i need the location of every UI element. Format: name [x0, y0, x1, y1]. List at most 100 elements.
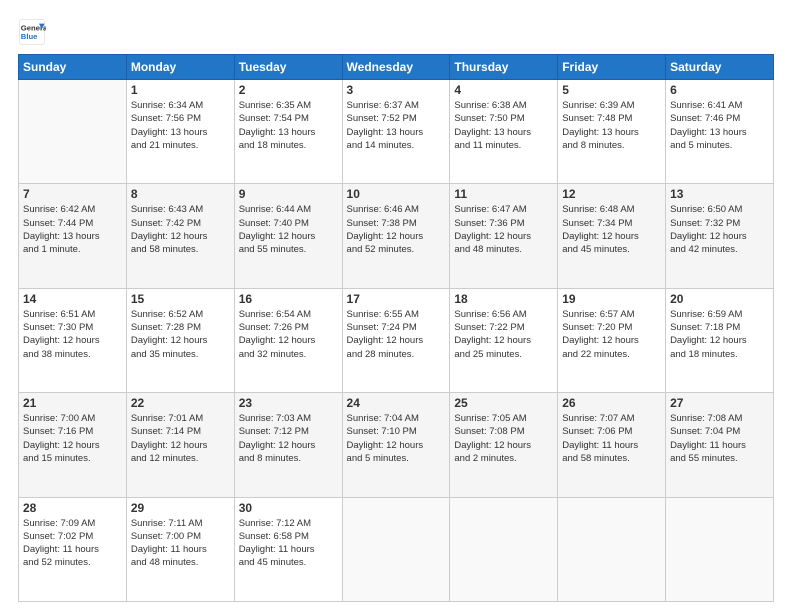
calendar-cell [558, 497, 666, 601]
cell-daylight-info: Sunrise: 7:08 AMSunset: 7:04 PMDaylight:… [670, 412, 769, 465]
calendar-cell: 20Sunrise: 6:59 AMSunset: 7:18 PMDayligh… [666, 288, 774, 392]
cell-daylight-info: Sunrise: 6:42 AMSunset: 7:44 PMDaylight:… [23, 203, 122, 256]
day-number: 23 [239, 396, 338, 410]
weekday-header-wednesday: Wednesday [342, 55, 450, 80]
cell-daylight-info: Sunrise: 6:38 AMSunset: 7:50 PMDaylight:… [454, 99, 553, 152]
cell-daylight-info: Sunrise: 6:37 AMSunset: 7:52 PMDaylight:… [347, 99, 446, 152]
calendar-cell: 17 Sunrise: 6:55 AMSunset: 7:24 PMDayligh… [342, 288, 450, 392]
calendar-cell: 6 Sunrise: 6:41 AMSunset: 7:46 PMDaylight… [666, 80, 774, 184]
calendar-cell: 2Sunrise: 6:35 AMSunset: 7:54 PMDaylight… [234, 80, 342, 184]
calendar-cell: 7 Sunrise: 6:42 AMSunset: 7:44 PMDaylight… [19, 184, 127, 288]
calendar-cell: 5 Sunrise: 6:39 AMSunset: 7:48 PMDaylight… [558, 80, 666, 184]
day-number: 7 [23, 187, 122, 201]
day-number: 3 [347, 83, 446, 97]
day-number: 5 [562, 83, 661, 97]
calendar-cell: 15 Sunrise: 6:52 AMSunset: 7:28 PMDayligh… [126, 288, 234, 392]
calendar-cell [19, 80, 127, 184]
day-number: 15 [131, 292, 230, 306]
calendar-cell: 19 Sunrise: 6:57 AMSunset: 7:20 PMDayligh… [558, 288, 666, 392]
svg-text:Blue: Blue [21, 32, 38, 41]
day-number: 21 [23, 396, 122, 410]
calendar-cell: 11Sunrise: 6:47 AMSunset: 7:36 PMDayligh… [450, 184, 558, 288]
calendar-cell: 30Sunrise: 7:12 AMSunset: 6:58 PMDayligh… [234, 497, 342, 601]
day-number: 26 [562, 396, 661, 410]
calendar-cell [666, 497, 774, 601]
cell-daylight-info: Sunrise: 7:03 AMSunset: 7:12 PMDaylight:… [239, 412, 338, 465]
cell-daylight-info: Sunrise: 7:04 AMSunset: 7:10 PMDaylight:… [347, 412, 446, 465]
cell-daylight-info: Sunrise: 7:01 AMSunset: 7:14 PMDaylight:… [131, 412, 230, 465]
cell-daylight-info: Sunrise: 6:55 AMSunset: 7:24 PMDaylight:… [347, 308, 446, 361]
day-number: 10 [347, 187, 446, 201]
calendar-cell: 13 Sunrise: 6:50 AMSunset: 7:32 PMDayligh… [666, 184, 774, 288]
calendar-cell: 9 Sunrise: 6:44 AMSunset: 7:40 PMDaylight… [234, 184, 342, 288]
calendar-week-row: 21 Sunrise: 7:00 AMSunset: 7:16 PMDayligh… [19, 393, 774, 497]
calendar-cell: 4 Sunrise: 6:38 AMSunset: 7:50 PMDaylight… [450, 80, 558, 184]
cell-daylight-info: Sunrise: 6:44 AMSunset: 7:40 PMDaylight:… [239, 203, 338, 256]
day-number: 17 [347, 292, 446, 306]
weekday-header-monday: Monday [126, 55, 234, 80]
calendar-week-row: 7 Sunrise: 6:42 AMSunset: 7:44 PMDaylight… [19, 184, 774, 288]
cell-daylight-info: Sunrise: 6:50 AMSunset: 7:32 PMDaylight:… [670, 203, 769, 256]
cell-daylight-info: Sunrise: 7:11 AMSunset: 7:00 PMDaylight:… [131, 517, 230, 570]
cell-daylight-info: Sunrise: 6:52 AMSunset: 7:28 PMDaylight:… [131, 308, 230, 361]
calendar-cell: 10 Sunrise: 6:46 AMSunset: 7:38 PMDayligh… [342, 184, 450, 288]
day-number: 2 [239, 83, 338, 97]
day-number: 19 [562, 292, 661, 306]
day-number: 24 [347, 396, 446, 410]
cell-daylight-info: Sunrise: 7:00 AMSunset: 7:16 PMDaylight:… [23, 412, 122, 465]
calendar-week-row: 1Sunrise: 6:34 AMSunset: 7:56 PMDaylight… [19, 80, 774, 184]
calendar-cell: 8 Sunrise: 6:43 AMSunset: 7:42 PMDaylight… [126, 184, 234, 288]
day-number: 14 [23, 292, 122, 306]
logo-icon: General Blue [18, 18, 46, 46]
weekday-header-thursday: Thursday [450, 55, 558, 80]
calendar-cell: 26 Sunrise: 7:07 AMSunset: 7:06 PMDayligh… [558, 393, 666, 497]
day-number: 8 [131, 187, 230, 201]
cell-daylight-info: Sunrise: 6:56 AMSunset: 7:22 PMDaylight:… [454, 308, 553, 361]
day-number: 6 [670, 83, 769, 97]
cell-daylight-info: Sunrise: 7:12 AMSunset: 6:58 PMDaylight:… [239, 517, 338, 570]
day-number: 12 [562, 187, 661, 201]
cell-daylight-info: Sunrise: 6:54 AMSunset: 7:26 PMDaylight:… [239, 308, 338, 361]
weekday-header-row: SundayMondayTuesdayWednesdayThursdayFrid… [19, 55, 774, 80]
calendar-cell: 25 Sunrise: 7:05 AMSunset: 7:08 PMDayligh… [450, 393, 558, 497]
calendar-week-row: 14Sunrise: 6:51 AMSunset: 7:30 PMDayligh… [19, 288, 774, 392]
day-number: 16 [239, 292, 338, 306]
calendar-cell [342, 497, 450, 601]
cell-daylight-info: Sunrise: 6:46 AMSunset: 7:38 PMDaylight:… [347, 203, 446, 256]
calendar-week-row: 28 Sunrise: 7:09 AMSunset: 7:02 PMDayligh… [19, 497, 774, 601]
day-number: 25 [454, 396, 553, 410]
cell-daylight-info: Sunrise: 7:07 AMSunset: 7:06 PMDaylight:… [562, 412, 661, 465]
calendar-cell: 12 Sunrise: 6:48 AMSunset: 7:34 PMDayligh… [558, 184, 666, 288]
calendar-cell: 14Sunrise: 6:51 AMSunset: 7:30 PMDayligh… [19, 288, 127, 392]
cell-daylight-info: Sunrise: 6:41 AMSunset: 7:46 PMDaylight:… [670, 99, 769, 152]
day-number: 13 [670, 187, 769, 201]
day-number: 27 [670, 396, 769, 410]
cell-daylight-info: Sunrise: 7:05 AMSunset: 7:08 PMDaylight:… [454, 412, 553, 465]
calendar-cell: 24 Sunrise: 7:04 AMSunset: 7:10 PMDayligh… [342, 393, 450, 497]
page: General Blue SundayMondayTuesdayWednesda… [0, 0, 792, 612]
day-number: 29 [131, 501, 230, 515]
weekday-header-friday: Friday [558, 55, 666, 80]
cell-daylight-info: Sunrise: 7:09 AMSunset: 7:02 PMDaylight:… [23, 517, 122, 570]
weekday-header-sunday: Sunday [19, 55, 127, 80]
cell-daylight-info: Sunrise: 6:39 AMSunset: 7:48 PMDaylight:… [562, 99, 661, 152]
cell-daylight-info: Sunrise: 6:59 AMSunset: 7:18 PMDaylight:… [670, 308, 769, 361]
day-number: 9 [239, 187, 338, 201]
calendar-cell: 3 Sunrise: 6:37 AMSunset: 7:52 PMDaylight… [342, 80, 450, 184]
cell-daylight-info: Sunrise: 6:47 AMSunset: 7:36 PMDaylight:… [454, 203, 553, 256]
header: General Blue [18, 18, 774, 46]
weekday-header-saturday: Saturday [666, 55, 774, 80]
cell-daylight-info: Sunrise: 6:57 AMSunset: 7:20 PMDaylight:… [562, 308, 661, 361]
calendar-cell: 21 Sunrise: 7:00 AMSunset: 7:16 PMDayligh… [19, 393, 127, 497]
day-number: 4 [454, 83, 553, 97]
cell-daylight-info: Sunrise: 6:43 AMSunset: 7:42 PMDaylight:… [131, 203, 230, 256]
day-number: 28 [23, 501, 122, 515]
calendar-cell: 29 Sunrise: 7:11 AMSunset: 7:00 PMDayligh… [126, 497, 234, 601]
calendar-cell: 28 Sunrise: 7:09 AMSunset: 7:02 PMDayligh… [19, 497, 127, 601]
cell-daylight-info: Sunrise: 6:48 AMSunset: 7:34 PMDaylight:… [562, 203, 661, 256]
cell-daylight-info: Sunrise: 6:34 AMSunset: 7:56 PMDaylight:… [131, 99, 230, 152]
calendar-cell: 1Sunrise: 6:34 AMSunset: 7:56 PMDaylight… [126, 80, 234, 184]
weekday-header-tuesday: Tuesday [234, 55, 342, 80]
logo: General Blue [18, 18, 46, 46]
calendar-cell: 27 Sunrise: 7:08 AMSunset: 7:04 PMDayligh… [666, 393, 774, 497]
